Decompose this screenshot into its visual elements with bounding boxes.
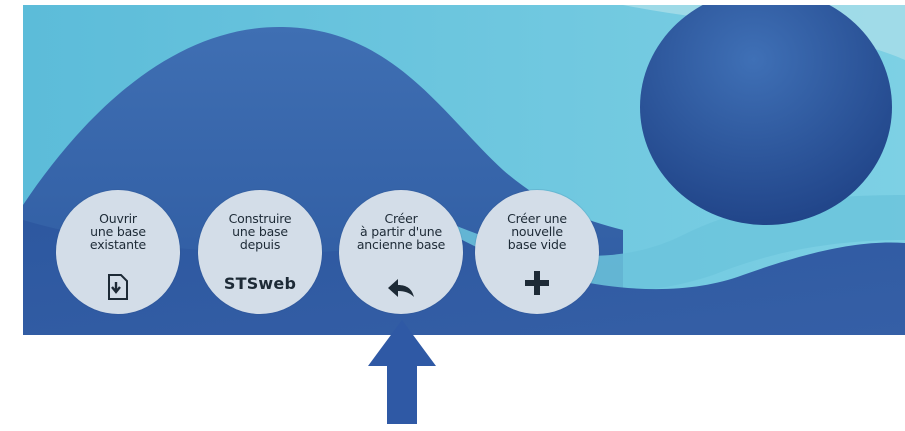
pointer-arrow-icon <box>368 320 436 424</box>
